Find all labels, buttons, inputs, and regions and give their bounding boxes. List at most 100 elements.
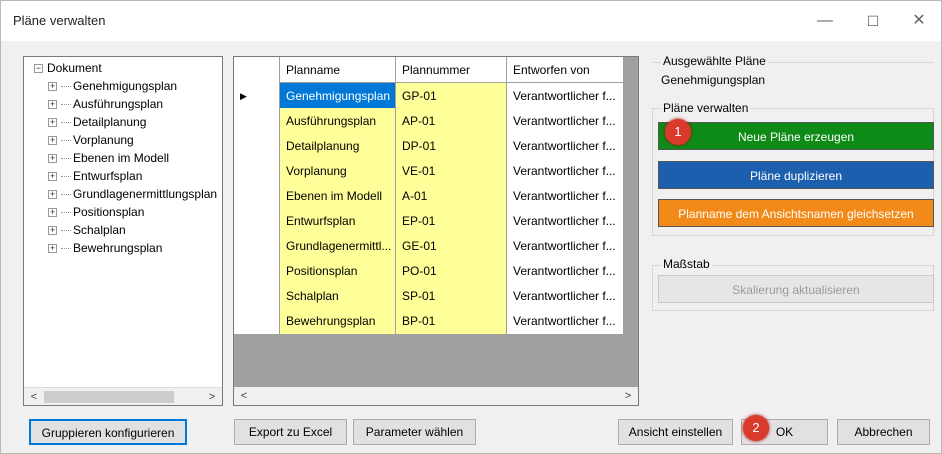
cell-planname[interactable]: Detailplanung (280, 133, 396, 159)
row-header[interactable] (234, 308, 280, 334)
cell-planname[interactable]: Bewehrungsplan (280, 308, 396, 334)
tree-item[interactable]: + Vorplanung (48, 133, 134, 147)
cell-entworfen-von[interactable]: Verantwortlicher f... (507, 83, 624, 109)
expand-icon[interactable]: + (48, 118, 57, 128)
table-row[interactable]: Entwurfsplan EP-01 Verantwortlicher f... (234, 208, 624, 234)
table-row[interactable]: Vorplanung VE-01 Verantwortlicher f... (234, 158, 624, 184)
tree-item[interactable]: + Grundlagenermittlungsplan (48, 187, 217, 201)
cell-entworfen-von[interactable]: Verantwortlicher f... (507, 258, 624, 284)
cell-plannummer[interactable]: PO-01 (396, 258, 507, 284)
cell-entworfen-von[interactable]: Verantwortlicher f... (507, 158, 624, 184)
scroll-left-icon[interactable]: < (236, 388, 252, 404)
tree-item[interactable]: + Schalplan (48, 223, 126, 237)
expand-icon[interactable]: + (48, 154, 57, 164)
choose-parameters-button[interactable]: Parameter wählen (353, 419, 476, 445)
export-excel-button[interactable]: Export zu Excel (234, 419, 347, 445)
expand-icon[interactable]: + (48, 244, 57, 254)
table-row[interactable]: ▶ Genehmigungsplan GP-01 Verantwortlicher f… (234, 83, 624, 109)
plans-dialog: Pläne verwalten — ☐ ✕ − Dokument + Genehmi… (0, 0, 942, 454)
table-row[interactable]: Positionsplan PO-01 Verantwortlicher f... (234, 258, 624, 284)
plan-tree[interactable]: − Dokument + Genehmigungsplan + Ausführungsp… (23, 56, 223, 406)
cell-entworfen-von[interactable]: Verantwortlicher f... (507, 233, 624, 259)
cell-plannummer[interactable]: GE-01 (396, 233, 507, 259)
expand-icon[interactable]: + (48, 226, 57, 236)
table-row[interactable]: Detailplanung DP-01 Verantwortlicher f... (234, 133, 624, 159)
cell-entworfen-von[interactable]: Verantwortlicher f... (507, 133, 624, 159)
cell-plannummer[interactable]: BP-01 (396, 308, 507, 334)
scroll-thumb[interactable] (44, 391, 174, 403)
row-header[interactable] (234, 208, 280, 234)
new-plans-button[interactable]: Neue Pläne erzeugen (658, 122, 934, 150)
table-row[interactable]: Bewehrungsplan BP-01 Verantwortlicher f... (234, 308, 624, 334)
cell-planname[interactable]: Ebenen im Modell (280, 183, 396, 209)
selected-plans-label: Ausgewählte Pläne (661, 54, 768, 68)
expand-icon[interactable]: + (48, 136, 57, 146)
minimize-icon[interactable]: — (805, 7, 845, 35)
cell-entworfen-von[interactable]: Verantwortlicher f... (507, 283, 624, 309)
cell-entworfen-von[interactable]: Verantwortlicher f... (507, 183, 624, 209)
row-header[interactable] (234, 133, 280, 159)
cell-plannummer[interactable]: AP-01 (396, 108, 507, 134)
table-row[interactable]: Schalplan SP-01 Verantwortlicher f... (234, 283, 624, 309)
duplicate-plans-button[interactable]: Pläne duplizieren (658, 161, 934, 189)
tree-item[interactable]: + Entwurfsplan (48, 169, 142, 183)
cell-plannummer[interactable]: A-01 (396, 183, 507, 209)
cell-plannummer[interactable]: GP-01 (396, 83, 507, 109)
tree-item[interactable]: + Detailplanung (48, 115, 146, 129)
tree-horizontal-scrollbar[interactable]: < > (24, 387, 222, 405)
cell-entworfen-von[interactable]: Verantwortlicher f... (507, 108, 624, 134)
update-scale-button[interactable]: Skalierung aktualisieren (658, 275, 934, 303)
row-header[interactable] (234, 183, 280, 209)
tree-item[interactable]: + Ausführungsplan (48, 97, 163, 111)
cell-planname[interactable]: Schalplan (280, 283, 396, 309)
selected-plan-value: Genehmigungsplan (661, 73, 766, 87)
cell-entworfen-von[interactable]: Verantwortlicher f... (507, 208, 624, 234)
cell-planname[interactable]: Positionsplan (280, 258, 396, 284)
expand-icon[interactable]: + (48, 82, 57, 92)
row-header[interactable] (234, 158, 280, 184)
cell-planname[interactable]: Entwurfsplan (280, 208, 396, 234)
col-header-plannummer[interactable]: Plannummer (396, 57, 507, 83)
scroll-right-icon[interactable]: > (204, 389, 220, 405)
row-header[interactable]: ▶ (234, 83, 280, 109)
tree-item[interactable]: + Genehmigungsplan (48, 79, 177, 93)
cell-plannummer[interactable]: DP-01 (396, 133, 507, 159)
cell-plannummer[interactable]: VE-01 (396, 158, 507, 184)
table-row[interactable]: Grundlagenermittl... GE-01 Verantwortliche… (234, 233, 624, 259)
window-title: Pläne verwalten (13, 13, 106, 28)
cell-planname[interactable]: Genehmigungsplan (280, 83, 396, 109)
expand-icon[interactable]: + (48, 172, 57, 182)
plans-table[interactable]: Planname Plannummer Entworfen von ▶ Geneh… (233, 56, 639, 406)
table-horizontal-scrollbar[interactable]: < > (234, 387, 638, 405)
tree-item[interactable]: + Ebenen im Modell (48, 151, 169, 165)
tree-item[interactable]: + Bewehrungsplan (48, 241, 162, 255)
tree-item[interactable]: + Positionsplan (48, 205, 144, 219)
col-header-planname[interactable]: Planname (280, 57, 396, 83)
scroll-left-icon[interactable]: < (26, 389, 42, 405)
equalize-name-button[interactable]: Planname dem Ansichtsnamen gleichsetzen (658, 199, 934, 227)
row-header[interactable] (234, 283, 280, 309)
cell-planname[interactable]: Grundlagenermittl... (280, 233, 396, 259)
row-header[interactable] (234, 108, 280, 134)
col-header-entworfen-von[interactable]: Entworfen von (507, 57, 624, 83)
collapse-icon[interactable]: − (34, 64, 43, 74)
scroll-right-icon[interactable]: > (620, 388, 636, 404)
table-row[interactable]: Ebenen im Modell A-01 Verantwortlicher f..… (234, 183, 624, 209)
cell-plannummer[interactable]: EP-01 (396, 208, 507, 234)
close-icon[interactable]: ✕ (899, 7, 939, 35)
expand-icon[interactable]: + (48, 100, 57, 110)
row-header[interactable] (234, 233, 280, 259)
row-header[interactable] (234, 258, 280, 284)
expand-icon[interactable]: + (48, 190, 57, 200)
cell-plannummer[interactable]: SP-01 (396, 283, 507, 309)
set-view-button[interactable]: Ansicht einstellen (618, 419, 733, 445)
table-row[interactable]: Ausführungsplan AP-01 Verantwortlicher f..… (234, 108, 624, 134)
cell-planname[interactable]: Vorplanung (280, 158, 396, 184)
cell-planname[interactable]: Ausführungsplan (280, 108, 396, 134)
expand-icon[interactable]: + (48, 208, 57, 218)
cell-entworfen-von[interactable]: Verantwortlicher f... (507, 308, 624, 334)
maximize-icon[interactable]: ☐ (853, 7, 893, 35)
configure-grouping-button[interactable]: Gruppieren konfigurieren (29, 419, 187, 445)
tree-root[interactable]: − Dokument (34, 61, 102, 75)
cancel-button[interactable]: Abbrechen (837, 419, 930, 445)
